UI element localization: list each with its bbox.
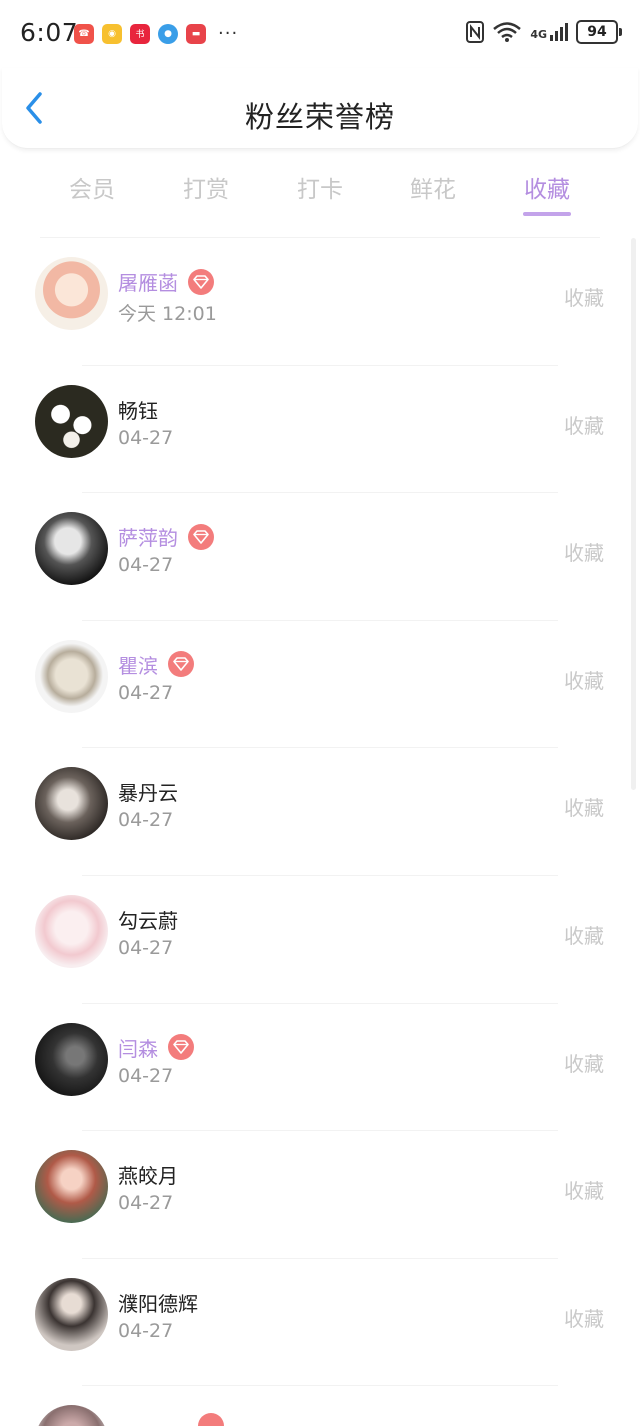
- battery-level: 94: [587, 24, 607, 40]
- fan-name-text: 畅钰: [118, 398, 158, 423]
- active-tab-indicator: [523, 212, 571, 216]
- fan-date: 04-27: [118, 1192, 174, 1215]
- signal-icon: 4G: [530, 23, 568, 41]
- fan-row[interactable]: 瞿滨 04-27 收藏: [0, 621, 640, 749]
- page-title: 粉丝荣誉榜: [244, 100, 395, 134]
- fan-row[interactable]: 濮阳德辉 04-27 收藏: [0, 1259, 640, 1387]
- call-app-icon: ☎: [74, 23, 94, 44]
- fan-row[interactable]: 勾云蔚 04-27 收藏: [0, 876, 640, 1004]
- diamond-badge-icon: [168, 1034, 194, 1061]
- fan-row[interactable]: 暴丹云 04-27 收藏: [0, 748, 640, 876]
- diamond-badge-icon: [188, 523, 214, 550]
- fan-name-text: 萨萍韵: [118, 526, 178, 551]
- tab-favorites[interactable]: 收藏: [502, 170, 592, 204]
- favorite-action-label: 收藏: [564, 286, 604, 310]
- status-right: 4G 94: [466, 20, 622, 44]
- fan-date: 04-27: [118, 1319, 174, 1342]
- favorite-action-label: 收藏: [564, 1179, 604, 1204]
- avatar[interactable]: [35, 1022, 108, 1096]
- fan-name: 勾云蔚: [118, 905, 178, 934]
- favorite-action-label: 收藏: [564, 413, 604, 438]
- fan-name: 畅钰: [118, 395, 158, 424]
- fan-date: 今天 12:01: [118, 303, 217, 325]
- avatar[interactable]: [35, 894, 108, 968]
- header-bar: 粉丝荣誉榜: [2, 68, 638, 149]
- fan-name: 萨萍韵: [118, 522, 214, 551]
- xiaohongshu-app-icon: 书: [130, 23, 150, 44]
- diamond-badge-icon: [168, 651, 194, 678]
- tab-flowers[interactable]: 鲜花: [388, 170, 478, 204]
- fan-name-text: 暴丹云: [118, 781, 178, 806]
- notification-icons: ☎ ◉ 书 ● ▬ ···: [74, 23, 238, 44]
- fan-name: 闫森: [118, 1033, 194, 1062]
- blue-app-icon: ●: [158, 23, 178, 44]
- weibo-app-icon: ◉: [102, 23, 122, 44]
- network-type: 4G: [530, 28, 547, 41]
- fan-name-text: 屠雁菡: [118, 271, 178, 295]
- fan-date: 04-27: [118, 936, 174, 959]
- fan-row[interactable]: 燕皎月 04-27 收藏: [0, 1131, 640, 1259]
- fan-date: 04-27: [118, 681, 174, 704]
- fan-row[interactable]: 屠雁菡今天 12:01 收藏: [0, 238, 640, 366]
- avatar[interactable]: [35, 257, 108, 330]
- fan-date: 04-27: [118, 809, 174, 832]
- tab-member[interactable]: 会员: [47, 170, 137, 204]
- tab-checkin[interactable]: 打卡: [275, 170, 365, 204]
- fan-name-text: 瞿滨: [118, 653, 158, 678]
- fan-name-text: 濮阳德辉: [118, 1291, 198, 1316]
- diamond-badge-icon: [188, 268, 214, 295]
- fan-name: 瞿滨: [118, 650, 194, 679]
- fan-name-text: 勾云蔚: [118, 908, 178, 933]
- tab-reward[interactable]: 打赏: [161, 170, 251, 204]
- fan-name-text: 闫森: [118, 1036, 158, 1061]
- avatar[interactable]: [35, 767, 108, 841]
- favorite-action-label: 收藏: [564, 668, 604, 693]
- avatar[interactable]: [35, 1405, 108, 1426]
- favorite-action-label: 收藏: [564, 1051, 604, 1076]
- status-time: 6:07: [20, 18, 79, 47]
- favorite-action-label: 收藏: [564, 923, 604, 948]
- fan-name: 燕皎月: [118, 1160, 178, 1189]
- tab-bar: 会员 打赏 打卡 鲜花 收藏: [0, 160, 640, 220]
- fan-list: 屠雁菡 今天 12:01 收藏 畅钰 04-27 收藏 萨萍韵 04-27 收藏 瞿滨 04-27 收…: [0, 238, 640, 1426]
- avatar[interactable]: [35, 1277, 108, 1351]
- favorite-action-label: 收藏: [564, 796, 604, 821]
- fan-row-partial[interactable]: [0, 1386, 640, 1426]
- battery-indicator: 94: [576, 20, 622, 44]
- favorite-action-label: 收藏: [564, 541, 604, 566]
- fan-row[interactable]: 闫森 04-27 收藏: [0, 1004, 640, 1132]
- fan-date: 04-27: [118, 1064, 174, 1087]
- fan-row[interactable]: 畅钰 04-27 收藏: [0, 366, 640, 494]
- avatar[interactable]: [35, 1150, 108, 1224]
- wifi-icon: [493, 22, 522, 42]
- nfc-icon: [466, 21, 485, 43]
- status-bar: 6:07 ☎ ◉ 书 ● ▬ ··· 4G 94: [0, 0, 640, 68]
- fan-row[interactable]: 萨萍韵 04-27 收藏: [0, 493, 640, 621]
- fan-name: 暴丹云: [118, 777, 178, 806]
- huawei-app-icon: ▬: [186, 23, 206, 44]
- fan-name: 屠雁菡: [118, 267, 214, 296]
- fan-date: 04-27: [118, 426, 174, 449]
- fan-name: 濮阳德辉: [118, 1288, 198, 1317]
- diamond-badge-icon: [198, 1413, 224, 1426]
- fan-name-text: 燕皎月: [118, 1164, 178, 1189]
- avatar[interactable]: [35, 384, 108, 458]
- fan-date: 04-27: [118, 554, 174, 577]
- avatar[interactable]: [35, 512, 108, 586]
- avatar[interactable]: [35, 639, 108, 713]
- favorite-action-label: 收藏: [564, 1306, 604, 1331]
- more-notifications-icon: ···: [218, 23, 239, 44]
